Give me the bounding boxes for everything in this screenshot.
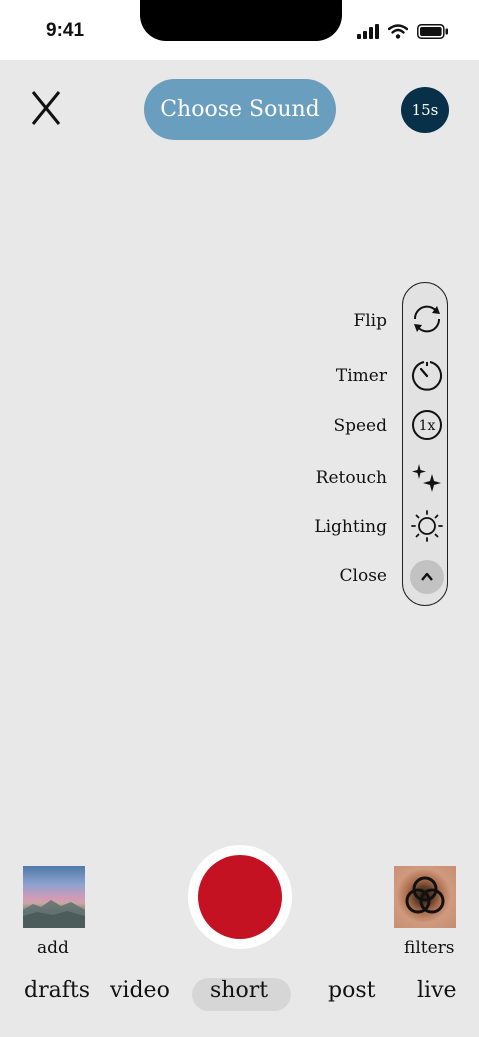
add-label: add bbox=[37, 938, 69, 958]
lighting-label[interactable]: Lighting bbox=[314, 517, 387, 537]
timer-icon bbox=[412, 361, 442, 391]
record-dot bbox=[198, 855, 282, 939]
speed-icon: 1x bbox=[412, 410, 442, 440]
sparkles-icon bbox=[412, 464, 441, 492]
retouch-button[interactable] bbox=[410, 462, 444, 496]
filters-icon bbox=[405, 876, 445, 914]
speed-button[interactable]: 1x bbox=[410, 408, 444, 442]
status-icons bbox=[357, 24, 449, 39]
sun-icon bbox=[411, 510, 443, 542]
timer-label[interactable]: Timer bbox=[336, 366, 387, 386]
duration-toggle[interactable]: 15s bbox=[401, 87, 449, 133]
close-tools-label[interactable]: Close bbox=[340, 566, 387, 586]
wifi-icon bbox=[388, 24, 408, 39]
flip-camera-icon bbox=[413, 305, 441, 333]
mountain-landscape-image bbox=[23, 900, 85, 928]
record-button[interactable] bbox=[188, 845, 292, 949]
lighting-button[interactable] bbox=[410, 509, 444, 543]
cellular-signal-icon bbox=[357, 24, 379, 39]
mode-tab-live[interactable]: live bbox=[417, 978, 457, 1003]
speed-icon-text: 1x bbox=[419, 418, 436, 434]
mode-tab-short[interactable]: short bbox=[210, 978, 268, 1003]
flip-label[interactable]: Flip bbox=[353, 311, 387, 331]
filters-label: filters bbox=[404, 938, 455, 958]
add-media-thumbnail[interactable] bbox=[23, 866, 85, 928]
timer-button[interactable] bbox=[410, 358, 444, 392]
mode-tab-video[interactable]: video bbox=[110, 978, 170, 1003]
chevron-up-icon bbox=[421, 572, 433, 581]
retouch-label[interactable]: Retouch bbox=[316, 468, 387, 488]
battery-icon bbox=[417, 24, 448, 39]
flip-button[interactable] bbox=[410, 302, 444, 336]
close-icon bbox=[31, 91, 61, 125]
filters-thumbnail[interactable] bbox=[394, 866, 456, 928]
notch bbox=[140, 0, 342, 41]
speed-label[interactable]: Speed bbox=[333, 416, 387, 436]
status-time: 9:41 bbox=[46, 20, 85, 41]
status-bar: 9:41 bbox=[0, 0, 479, 60]
close-camera-button[interactable] bbox=[30, 90, 62, 126]
mode-tab-post[interactable]: post bbox=[328, 978, 375, 1003]
choose-sound-button[interactable]: Choose Sound bbox=[144, 79, 336, 140]
mode-tab-drafts[interactable]: drafts bbox=[24, 978, 90, 1003]
close-tools-button[interactable] bbox=[410, 560, 444, 594]
